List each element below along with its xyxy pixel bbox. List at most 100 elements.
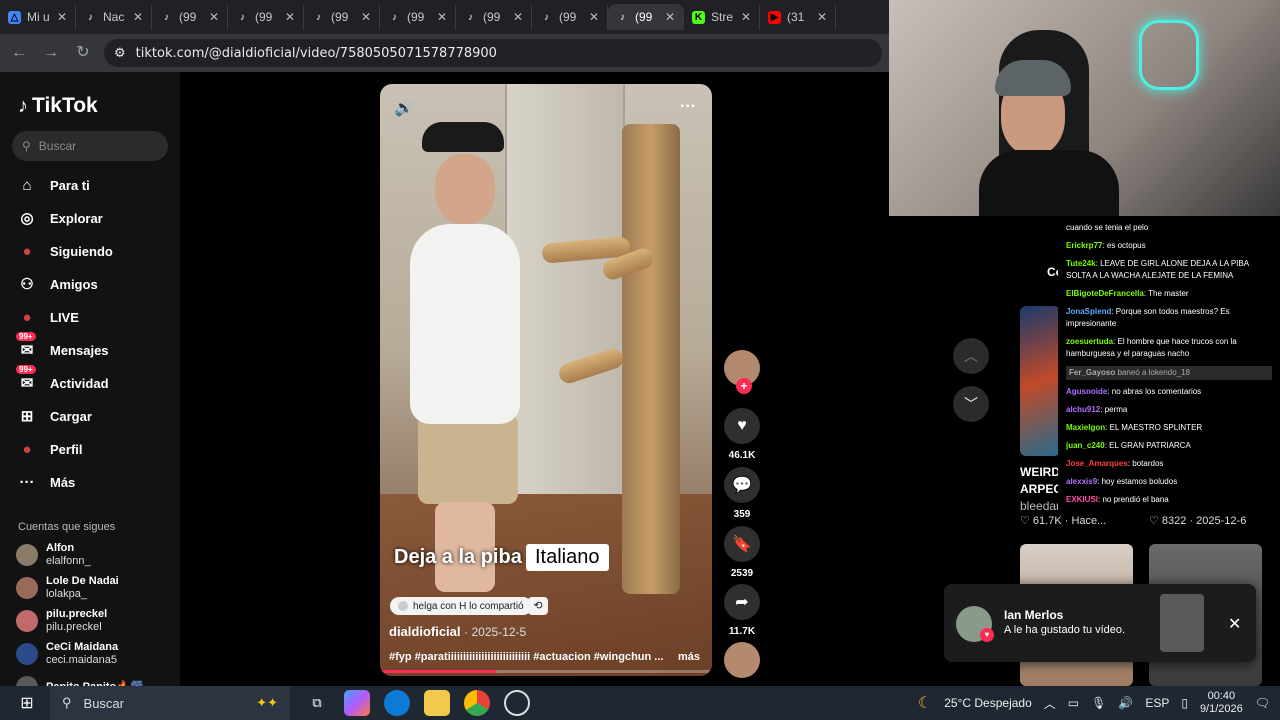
back-icon[interactable]: ← — [8, 42, 30, 64]
forward-icon[interactable]: → — [40, 42, 62, 64]
music-disc[interactable] — [724, 642, 760, 678]
more-options-icon[interactable]: ··· — [680, 98, 696, 116]
tab-close-icon[interactable]: ✕ — [285, 10, 295, 24]
site-info-icon[interactable]: ⚙ — [114, 46, 126, 61]
previous-video-button[interactable]: ︿ — [953, 338, 989, 374]
chat-message: alexxis9: hoy estamos boludos — [1066, 476, 1272, 488]
follow-plus-icon[interactable]: + — [736, 378, 752, 394]
chat-message: juan_c240: EL GRAN PATRIARCA — [1066, 440, 1272, 452]
bookmark-icon[interactable]: 🔖 — [724, 526, 760, 562]
obs-icon[interactable] — [504, 690, 530, 716]
browser-tab[interactable]: ♪ (99 ✕ — [152, 4, 228, 30]
sidebar-item-para-ti[interactable]: ⌂ Para ti — [16, 172, 89, 198]
sidebar-item-mensajes[interactable]: ✉ 99+ Mensajes — [16, 332, 109, 363]
like-action[interactable]: ♥ 46.1K — [724, 408, 760, 461]
taskbar-search[interactable]: ⚲ Buscar ✦✦ — [50, 686, 290, 720]
following-account[interactable]: Lole De Nadai lolakpa_ — [16, 572, 119, 604]
volume-tray-icon[interactable]: 🔊 — [1118, 696, 1133, 710]
related-video-thumb[interactable] — [1020, 306, 1060, 456]
like-notification[interactable]: ♥ Ian Merlos A le ha gustado tu vídeo. ✕ — [944, 584, 1256, 662]
video-hashtags[interactable]: #fyp #paratiiiiiiiiiiiiiiiiiiiiiiiiiii #… — [389, 651, 679, 663]
heart-icon[interactable]: ♥ — [724, 408, 760, 444]
chat-text: : no prendió el bana — [1098, 495, 1169, 504]
battery-icon[interactable]: ▯ — [1181, 696, 1188, 710]
notifications-icon[interactable]: 🗨 — [1255, 696, 1270, 710]
description-more-link[interactable]: más — [678, 651, 700, 663]
windows-start-icon[interactable]: ⊞ — [14, 690, 40, 716]
tab-close-icon[interactable]: ✕ — [665, 10, 675, 24]
video-author-name[interactable]: dialdioficial — [389, 624, 461, 639]
music-disc-icon[interactable] — [724, 642, 760, 678]
sidebar-item-más[interactable]: ··· Más — [16, 469, 76, 495]
language-indicator[interactable]: ESP — [1145, 696, 1169, 710]
home-icon: ⌂ — [22, 176, 32, 194]
tab-close-icon[interactable]: ✕ — [437, 10, 447, 24]
sidebar-item-amigos[interactable]: ⚇ Amigos — [16, 271, 97, 297]
browser-tab-title: Stre — [711, 10, 734, 24]
author-avatar[interactable]: + — [724, 350, 760, 394]
network-icon[interactable]: ▭ — [1068, 696, 1079, 710]
volume-icon[interactable]: 🔊 — [394, 98, 414, 118]
comment-icon[interactable]: 💬 — [724, 467, 760, 503]
tab-close-icon[interactable]: ✕ — [57, 10, 67, 24]
browser-tab[interactable]: ▶ (31 ✕ — [760, 4, 836, 30]
browser-tab[interactable]: ♪ (99 ✕ — [456, 4, 532, 30]
close-icon[interactable]: ✕ — [1228, 614, 1241, 634]
sidebar-item-cargar[interactable]: ⊞ Cargar — [16, 403, 92, 429]
search-input[interactable]: ⚲ Buscar — [12, 131, 168, 161]
share-action[interactable]: ➦ 11.7K — [724, 584, 760, 637]
sidebar-item-actividad[interactable]: ✉ 99+ Actividad — [16, 365, 109, 396]
video-author[interactable]: dialdioficial · 2025-12-5 — [389, 624, 526, 639]
sidebar-item-perfil[interactable]: ● Perfil — [16, 436, 82, 462]
shared-by-chip[interactable]: helga con H lo compartió — [390, 597, 532, 615]
browser-tab-title: (99 — [559, 10, 577, 24]
clock[interactable]: 00:40 9/1/2026 — [1200, 690, 1243, 716]
browser-tab[interactable]: ♪ (99 ✕ — [304, 4, 380, 30]
comment-action[interactable]: 💬 359 — [724, 467, 760, 520]
tab-close-icon[interactable]: ✕ — [513, 10, 523, 24]
microphone-icon[interactable]: 🎙 — [1091, 696, 1106, 710]
following-account[interactable]: CeCi Maidana ceci.maidana5 — [16, 638, 118, 670]
tab-close-icon[interactable]: ✕ — [361, 10, 371, 24]
related-video-title[interactable]: WEIRD ARPEG — [1020, 464, 1063, 498]
browser-tab[interactable]: ♪ (99 ✕ — [532, 4, 608, 30]
following-account[interactable]: pilu.preckel pilu.preckel — [16, 605, 107, 637]
url-text: tiktok.com/@dialdioficial/video/75805050… — [135, 45, 497, 61]
video-player[interactable]: 🔊 ··· Deja a la piba Italiano helga con … — [380, 84, 712, 676]
url-bar[interactable]: ⚙ tiktok.com/@dialdioficial/video/758050… — [104, 39, 882, 67]
browser-tab[interactable]: ♪ (99 ✕ — [608, 4, 684, 30]
tab-close-icon[interactable]: ✕ — [589, 10, 599, 24]
browser-tab[interactable]: ♪ Nac ✕ — [76, 4, 152, 30]
video-progress-bar[interactable] — [380, 670, 712, 673]
tab-close-icon[interactable]: ✕ — [817, 10, 827, 24]
save-action[interactable]: 🔖 2539 — [724, 526, 760, 579]
browser-tab[interactable]: ♪ (99 ✕ — [228, 4, 304, 30]
file-explorer-icon[interactable] — [424, 690, 450, 716]
tab-close-icon[interactable]: ✕ — [133, 10, 143, 24]
next-video-button[interactable]: ﹀ — [953, 386, 989, 422]
browser-tab[interactable]: K Stre ✕ — [684, 4, 760, 30]
copilot-icon[interactable] — [344, 690, 370, 716]
browser-tab[interactable]: △ Mi u ✕ — [0, 4, 76, 30]
edge-icon[interactable] — [384, 690, 410, 716]
weather-text[interactable]: 25°C Despejado — [944, 696, 1032, 710]
weather-icon[interactable]: ☾ — [918, 693, 932, 713]
browser-tab-title: (99 — [179, 10, 197, 24]
tab-close-icon[interactable]: ✕ — [209, 10, 219, 24]
stream-chat-overlay: cuando se tenia el pelo Erickrp77: es oct… — [1058, 216, 1280, 516]
share-icon[interactable]: ➦ — [724, 584, 760, 620]
repost-icon[interactable]: ⟲ — [528, 597, 548, 615]
chrome-icon[interactable] — [464, 690, 490, 716]
sidebar-item-explorar[interactable]: ◎ Explorar — [16, 205, 102, 231]
tab-close-icon[interactable]: ✕ — [741, 10, 751, 24]
reload-icon[interactable]: ↻ — [72, 42, 94, 64]
tray-chevron-icon[interactable]: ︿ — [1044, 695, 1056, 712]
video-scene-person-shorts — [418, 414, 518, 504]
tiktok-logo[interactable]: ♪ TikTok — [18, 94, 98, 118]
browser-tab[interactable]: ♪ (99 ✕ — [380, 4, 456, 30]
task-view-icon[interactable]: ⧉ — [304, 690, 330, 716]
sidebar-item-siguiendo[interactable]: ● Siguiendo — [16, 238, 112, 264]
related-video-author[interactable]: bleedar — [1020, 499, 1060, 513]
following-account[interactable]: Alfon elalfonn_ — [16, 539, 91, 571]
sidebar-item-live[interactable]: ● LIVE — [16, 304, 78, 330]
